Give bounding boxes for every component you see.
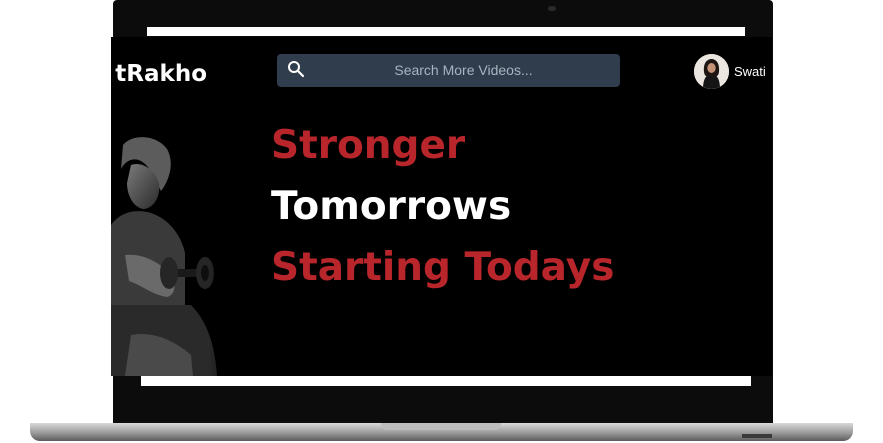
laptop-foot bbox=[742, 434, 772, 438]
user-name[interactable]: Swati bbox=[734, 62, 766, 82]
webcam bbox=[548, 6, 556, 11]
search-icon[interactable] bbox=[287, 60, 305, 78]
screen-bottom-strip bbox=[141, 376, 751, 386]
bezel-strip bbox=[147, 27, 745, 36]
hero-line-1: Stronger bbox=[271, 123, 466, 168]
avatar-icon bbox=[694, 54, 729, 89]
brand-name: tRakho bbox=[115, 61, 207, 87]
athlete-image bbox=[111, 135, 241, 376]
user-avatar[interactable] bbox=[694, 54, 729, 89]
hero-headline: Stronger Tomorrows Starting Todays bbox=[271, 115, 614, 298]
search-input[interactable]: Search More Videos... bbox=[307, 54, 620, 87]
laptop-mockup: tRakho Search More Videos... Swati Stron… bbox=[0, 0, 883, 443]
laptop-notch bbox=[381, 423, 501, 430]
brand-logo[interactable]: tRakho bbox=[111, 57, 221, 91]
laptop-screen: tRakho Search More Videos... Swati Stron… bbox=[111, 37, 772, 376]
hero-line-3: Starting Todays bbox=[271, 245, 615, 290]
hero-line-2: Tomorrows bbox=[271, 184, 512, 229]
search-bar[interactable]: Search More Videos... bbox=[277, 54, 620, 87]
